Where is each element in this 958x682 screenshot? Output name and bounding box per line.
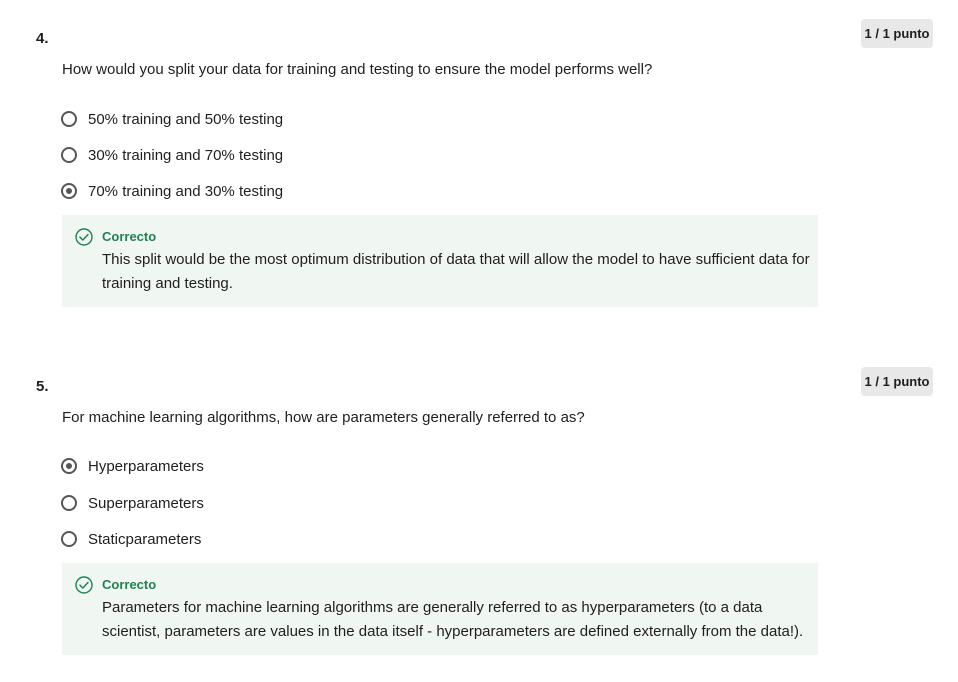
feedback-panel: Correcto Parameters for machine learning…: [62, 563, 818, 655]
question-number: 4.: [36, 30, 49, 47]
option-label: 30% training and 70% testing: [88, 146, 284, 164]
check-circle-icon: [75, 228, 93, 246]
radio-button-icon[interactable]: [61, 531, 77, 547]
option-hyperparameters[interactable]: Hyperparameters: [61, 455, 204, 477]
feedback-text: Parameters for machine learning algorith…: [102, 599, 804, 640]
check-circle-icon: [75, 576, 93, 594]
radio-button-selected-icon[interactable]: [61, 458, 77, 474]
option-label: Hyperparameters: [88, 457, 204, 475]
feedback-panel: Correcto This split would be the most op…: [62, 215, 818, 307]
score-badge: 1 / 1 punto: [861, 19, 933, 48]
option-30-70[interactable]: 30% training and 70% testing: [61, 144, 283, 166]
radio-button-icon[interactable]: [61, 495, 77, 511]
option-label: Staticparameters: [88, 530, 202, 548]
question-number: 5.: [36, 378, 49, 395]
feedback-status: Correcto: [102, 229, 157, 244]
option-staticparameters[interactable]: Staticparameters: [61, 528, 201, 550]
option-50-50[interactable]: 50% training and 50% testing: [61, 108, 283, 130]
radio-button-icon[interactable]: [61, 111, 77, 127]
option-superparameters[interactable]: Superparameters: [61, 492, 204, 514]
option-label: 70% training and 30% testing: [88, 182, 284, 200]
option-70-30[interactable]: 70% training and 30% testing: [61, 180, 283, 202]
option-label: 50% training and 50% testing: [88, 110, 284, 128]
feedback-text: This split would be the most optimum dis…: [102, 251, 810, 292]
radio-button-selected-icon[interactable]: [61, 183, 77, 199]
feedback-status: Correcto: [102, 577, 157, 592]
question-text: For machine learning algorithms, how are…: [62, 409, 585, 426]
option-label: Superparameters: [88, 494, 204, 512]
score-badge: 1 / 1 punto: [861, 367, 933, 396]
radio-button-icon[interactable]: [61, 147, 77, 163]
question-text: How would you split your data for traini…: [62, 61, 653, 78]
